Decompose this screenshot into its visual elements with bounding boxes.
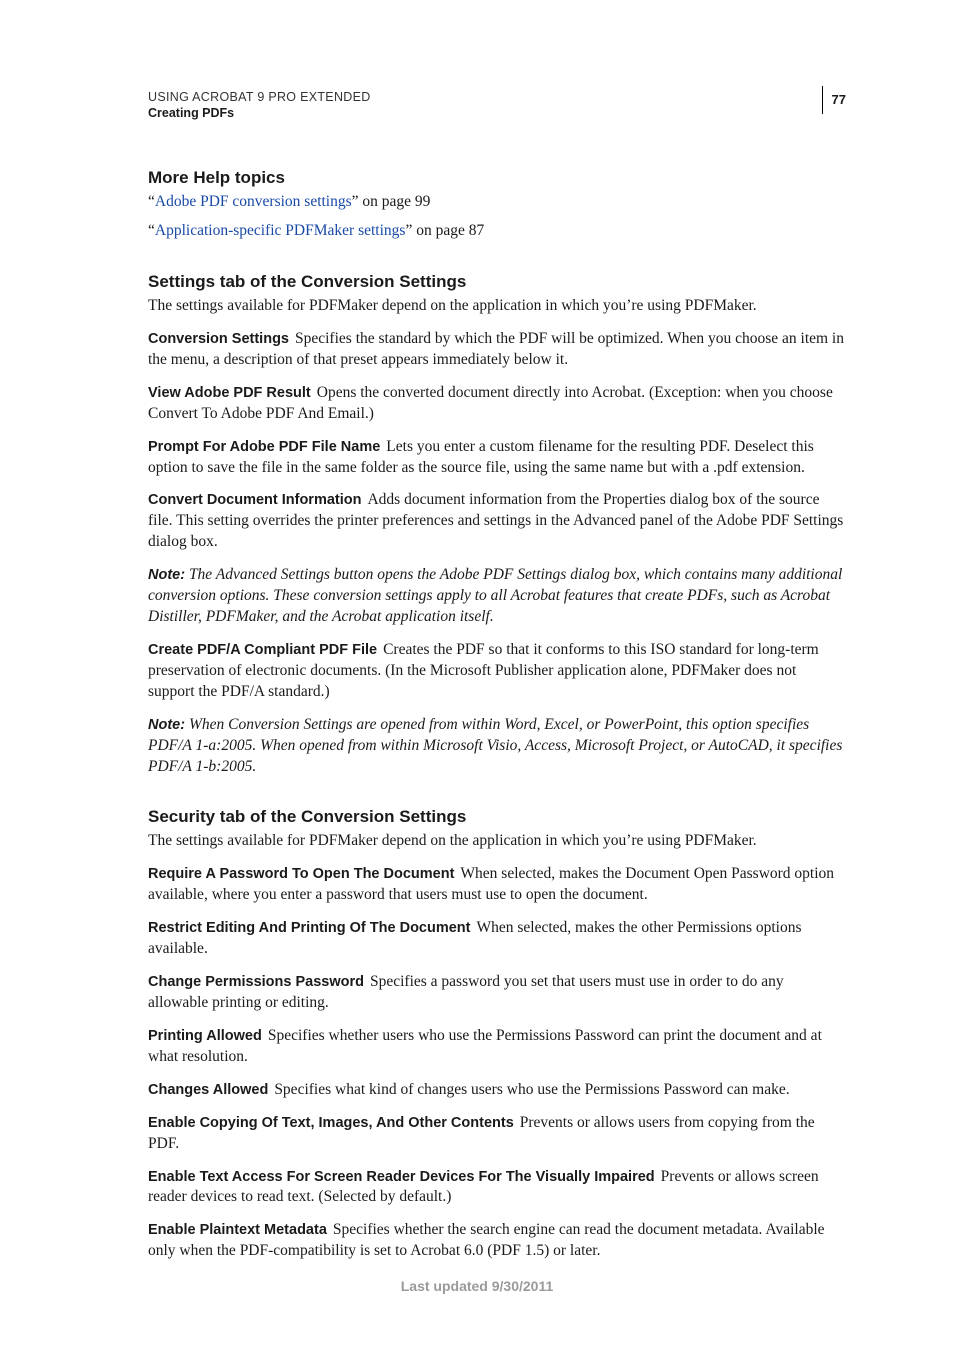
doc-title: USING ACROBAT 9 PRO EXTENDED [148,88,846,106]
doc-chapter: Creating PDFs [148,106,846,120]
security-intro: The settings available for PDFMaker depe… [148,831,846,852]
more-help-section: More Help topics “Adobe PDF conversion s… [148,168,846,242]
page-number: 77 [822,86,846,114]
security-restrict-editing: Restrict Editing And Printing Of The Doc… [148,918,846,960]
footer-last-updated: Last updated 9/30/2011 [0,1278,954,1294]
help-ref-1: “Adobe PDF conversion settings” on page … [148,192,846,213]
security-require-password: Require A Password To Open The DocumentW… [148,864,846,906]
security-enable-screen-reader: Enable Text Access For Screen Reader Dev… [148,1167,846,1209]
link-app-specific-pdfmaker[interactable]: Application-specific PDFMaker settings [155,222,406,239]
security-enable-plaintext-metadata: Enable Plaintext MetadataSpecifies wheth… [148,1220,846,1262]
setting-pdfa-compliant: Create PDF/A Compliant PDF FileCreates t… [148,640,846,703]
security-changes-allowed: Changes AllowedSpecifies what kind of ch… [148,1080,846,1101]
help-ref-2: “Application-specific PDFMaker settings”… [148,221,846,242]
page-header: USING ACROBAT 9 PRO EXTENDED Creating PD… [148,88,846,120]
settings-note-2: Note: When Conversion Settings are opene… [148,715,846,778]
setting-conversion-settings: Conversion SettingsSpecifies the standar… [148,329,846,371]
setting-view-result: View Adobe PDF ResultOpens the converted… [148,383,846,425]
security-tab-section: Security tab of the Conversion Settings … [148,807,846,1262]
security-tab-heading: Security tab of the Conversion Settings [148,807,846,827]
link-adobe-pdf-conversion[interactable]: Adobe PDF conversion settings [155,193,352,210]
security-printing-allowed: Printing AllowedSpecifies whether users … [148,1026,846,1068]
settings-intro: The settings available for PDFMaker depe… [148,296,846,317]
settings-tab-section: Settings tab of the Conversion Settings … [148,272,846,778]
security-change-password: Change Permissions PasswordSpecifies a p… [148,972,846,1014]
setting-convert-doc-info: Convert Document InformationAdds documen… [148,490,846,553]
more-help-heading: More Help topics [148,168,846,188]
document-page: USING ACROBAT 9 PRO EXTENDED Creating PD… [0,0,954,1352]
security-enable-copying: Enable Copying Of Text, Images, And Othe… [148,1113,846,1155]
setting-prompt-filename: Prompt For Adobe PDF File NameLets you e… [148,437,846,479]
settings-note-1: Note: The Advanced Settings button opens… [148,565,846,628]
settings-tab-heading: Settings tab of the Conversion Settings [148,272,846,292]
